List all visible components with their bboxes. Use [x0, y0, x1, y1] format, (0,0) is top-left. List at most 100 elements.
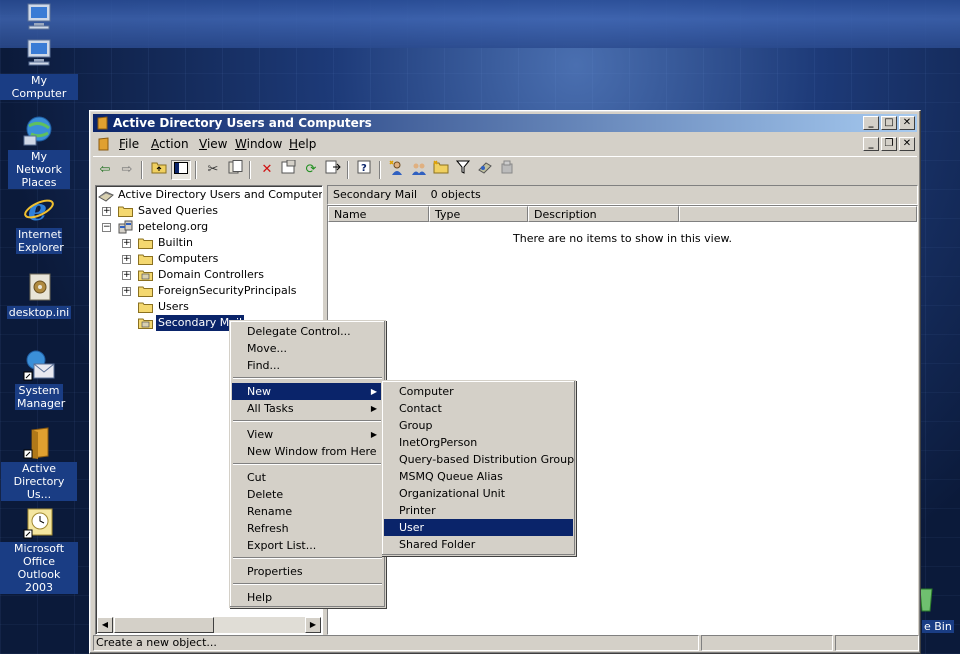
menu-item-rename[interactable]: Rename	[232, 503, 383, 520]
desktop-icon-my-network-places[interactable]: My Network Places	[0, 114, 78, 189]
submenu-item-organizational-unit[interactable]: Organizational Unit	[384, 485, 573, 502]
menu-item-properties[interactable]: Properties	[232, 563, 383, 580]
folder-icon	[138, 302, 153, 313]
menu-help[interactable]: Help	[289, 137, 316, 151]
forward-icon[interactable]: ⇨	[117, 160, 137, 180]
submenu-item-contact[interactable]: Contact	[384, 400, 573, 417]
menu-item-new[interactable]: New ▶	[232, 383, 383, 400]
tree-horizontal-scrollbar[interactable]: ◀ ▶	[97, 617, 321, 633]
menu-separator	[233, 463, 382, 465]
expand-plus-icon[interactable]: +	[122, 255, 131, 264]
expand-plus-icon[interactable]: +	[122, 287, 131, 296]
menu-item-help[interactable]: Help	[232, 589, 383, 606]
window-titlebar[interactable]: Active Directory Users and Computers _ □…	[93, 114, 917, 132]
maximize-button[interactable]: □	[881, 116, 897, 130]
menu-item-refresh[interactable]: Refresh	[232, 520, 383, 537]
details-header: Secondary Mail 0 objects	[327, 185, 918, 205]
child-restore-button[interactable]: ❐	[881, 137, 897, 151]
svg-text:e: e	[28, 193, 47, 226]
new-user-icon[interactable]	[387, 160, 407, 180]
copy-icon[interactable]	[225, 160, 245, 180]
export-icon[interactable]	[323, 160, 343, 180]
desktop-icon-recycle-bin[interactable]: e Bin	[918, 585, 960, 635]
scroll-thumb[interactable]	[114, 617, 214, 633]
tree-label: Computers	[158, 252, 219, 265]
filter-icon[interactable]	[453, 160, 473, 180]
internet-explorer-icon: e	[22, 192, 56, 228]
help-icon[interactable]: ?	[355, 160, 375, 180]
scroll-left-icon[interactable]: ◀	[97, 617, 113, 633]
tree-label: Active Directory Users and Computers [20	[118, 188, 323, 201]
tree-label: ForeignSecurityPrincipals	[158, 284, 297, 297]
toolbar-separator	[347, 161, 349, 179]
folder-icon	[138, 238, 153, 249]
submenu-item-query-based-distribution-group[interactable]: Query-based Distribution Group	[384, 451, 574, 468]
show-hide-tree-icon[interactable]	[171, 160, 191, 180]
desktop-icon-desktop-ini[interactable]: desktop.ini	[0, 270, 78, 319]
desktop-icon-label: My Computer	[0, 74, 78, 100]
menu-item-view[interactable]: View ▶	[232, 426, 383, 443]
new-group-icon[interactable]	[409, 160, 429, 180]
cut-icon[interactable]: ✂	[203, 160, 223, 180]
computer-icon	[22, 38, 56, 72]
submenu-item-inetorgperson[interactable]: InetOrgPerson	[384, 434, 573, 451]
menu-item-find[interactable]: Find...	[232, 357, 383, 374]
submenu-item-msmq-queue-alias[interactable]: MSMQ Queue Alias	[384, 468, 573, 485]
up-icon[interactable]	[149, 160, 169, 180]
submenu-item-printer[interactable]: Printer	[384, 502, 573, 519]
menu-file[interactable]: File	[119, 137, 139, 151]
network-globe-icon	[22, 114, 56, 148]
menu-action[interactable]: Action	[151, 137, 189, 151]
delegate-icon[interactable]	[497, 160, 517, 180]
child-close-button[interactable]: ✕	[899, 137, 915, 151]
expand-plus-icon[interactable]: +	[122, 239, 131, 248]
scroll-right-icon[interactable]: ▶	[305, 617, 321, 633]
properties-icon[interactable]	[279, 159, 299, 180]
domain-icon	[118, 220, 133, 234]
desktop-icon-system-manager[interactable]: System Manager	[0, 348, 78, 410]
desktop-icon-active-directory[interactable]: Active Directory Us...	[0, 426, 78, 501]
outlook-icon	[22, 506, 56, 540]
column-header-name[interactable]: Name	[328, 206, 429, 222]
submenu-item-group[interactable]: Group	[384, 417, 573, 434]
menu-item-export-list[interactable]: Export List...	[232, 537, 383, 554]
menu-item-move[interactable]: Move...	[232, 340, 383, 357]
close-button[interactable]: ✕	[899, 116, 915, 130]
desktop-band	[0, 0, 960, 48]
active-directory-icon	[97, 116, 108, 130]
menu-item-new-window[interactable]: New Window from Here	[232, 443, 383, 460]
new-ou-icon[interactable]	[431, 160, 451, 180]
delete-icon[interactable]: ✕	[257, 160, 277, 180]
desktop-icon-outlook[interactable]: Microsoft Office Outlook 2003	[0, 506, 78, 594]
minimize-button[interactable]: _	[863, 116, 879, 130]
expand-plus-icon[interactable]: +	[122, 271, 131, 280]
collapse-minus-icon[interactable]: −	[102, 223, 111, 232]
expand-plus-icon[interactable]: +	[102, 207, 111, 216]
directory-book-icon	[98, 191, 114, 202]
desktop-icon-label: Microsoft Office Outlook 2003	[0, 542, 78, 594]
menu-item-cut[interactable]: Cut	[232, 469, 383, 486]
desktop-icon-internet-explorer[interactable]: e Internet Explorer	[0, 192, 78, 254]
submenu-item-shared-folder[interactable]: Shared Folder	[384, 536, 573, 553]
menu-item-delete[interactable]: Delete	[232, 486, 383, 503]
column-header-type[interactable]: Type	[429, 206, 528, 222]
menu-view[interactable]: View	[199, 137, 227, 151]
desktop-icon-computer-top[interactable]	[0, 2, 78, 38]
desktop-icon-label: e Bin	[922, 620, 954, 633]
child-minimize-button[interactable]: _	[863, 137, 879, 151]
submenu-item-user[interactable]: User	[384, 519, 573, 536]
folder-icon	[118, 206, 133, 217]
settings-file-icon	[22, 270, 56, 304]
menu-item-delegate-control[interactable]: Delegate Control...	[232, 323, 383, 340]
submenu-item-computer[interactable]: Computer	[384, 383, 573, 400]
menu-item-all-tasks[interactable]: All Tasks ▶	[232, 400, 383, 417]
column-header-description[interactable]: Description	[528, 206, 679, 222]
tree-label: Builtin	[158, 236, 193, 249]
back-icon[interactable]: ⇦	[95, 160, 115, 180]
menu-separator	[233, 583, 382, 585]
refresh-icon[interactable]: ⟳	[301, 160, 321, 180]
find-icon[interactable]	[475, 160, 495, 180]
menu-window[interactable]: Window	[235, 137, 282, 151]
desktop-icon-my-computer[interactable]: My Computer	[0, 38, 78, 100]
column-header-filler	[679, 206, 917, 222]
